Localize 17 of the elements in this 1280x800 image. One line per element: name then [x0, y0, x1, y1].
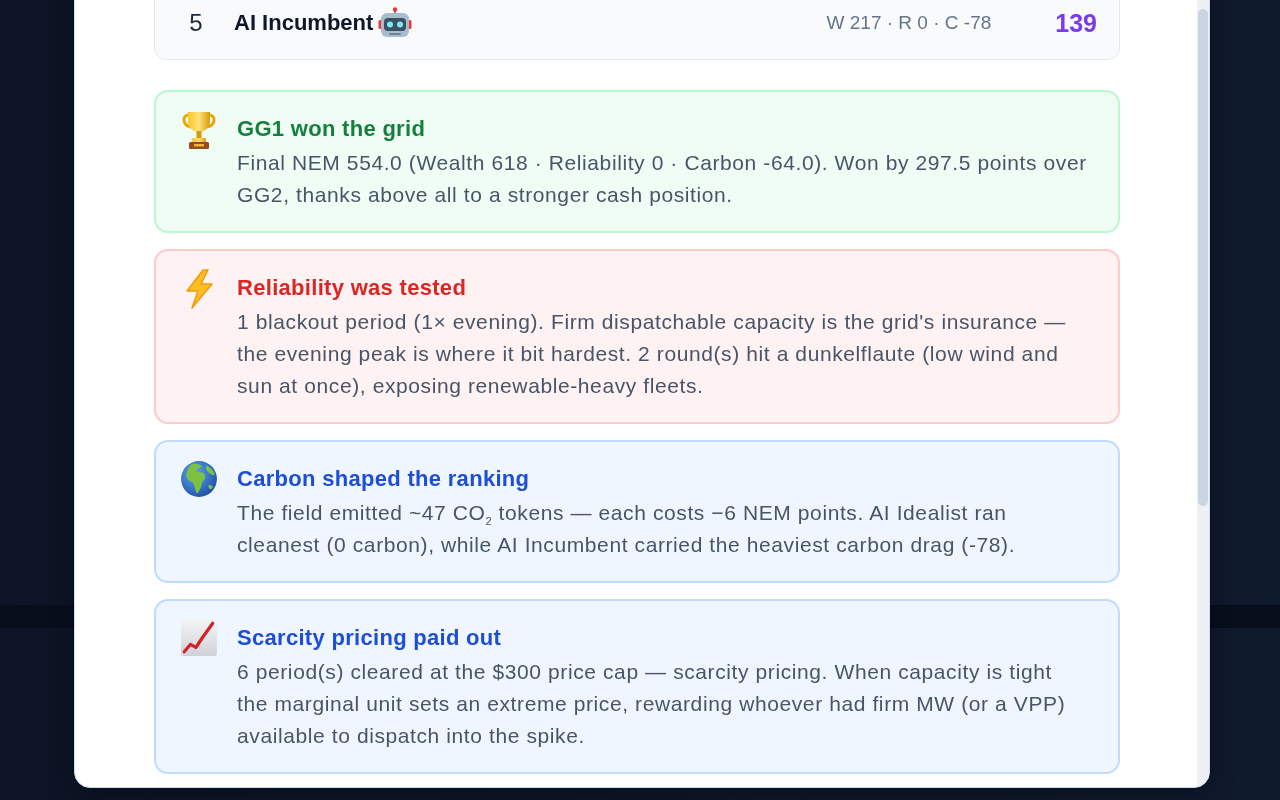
score-breakdown: W 217 · R 0 · C -78 [826, 12, 992, 34]
insight-title: GG1 won the grid [237, 115, 427, 143]
insight-title: Reliability was tested [237, 274, 468, 302]
robot-icon [378, 7, 413, 39]
scrollbar-thumb[interactable] [1198, 9, 1208, 506]
player-name: AI Incumbent [234, 9, 374, 37]
rising-chart-icon [180, 619, 218, 657]
total-score: 139 [1055, 8, 1097, 38]
insight-text: 1 blackout period (1× evening). Firm dispatchable capacity is the grid's insurance — the evening peak is where it bit hardest. 2 round(s) hit a dunkelflaute (low wind and sun at once), exposing renewable-heavy fleets. [237, 309, 1067, 399]
insight-text: 6 period(s) cleared at the $300 price cap — scarcity pricing. When capacity is tight the marginal unit sets an extreme price, rewarding whoever had firm MW (or a VPP) available to dispatch into the spike. [237, 659, 1067, 749]
globe-icon [180, 460, 218, 498]
rank-number: 5 [188, 8, 204, 38]
insight-text: The field emitted ~47 CO$_{2}$ tokens — each costs −6 NEM points. AI Idealist ran cleanest (0 carbon), while AI Incumbent carried the heaviest carbon drag (-78). [237, 500, 1017, 558]
insight-text: Final NEM 554.0 (Wealth 618 · Reliability 0 · Carbon -64.0). Won by 297.5 points over GG2, thanks above all to a stronger cash position. [237, 150, 1088, 208]
trophy-icon [180, 110, 218, 150]
insight-title: Carbon shaped the ranking [237, 465, 531, 493]
insight-title: Scarcity pricing paid out [237, 624, 503, 652]
